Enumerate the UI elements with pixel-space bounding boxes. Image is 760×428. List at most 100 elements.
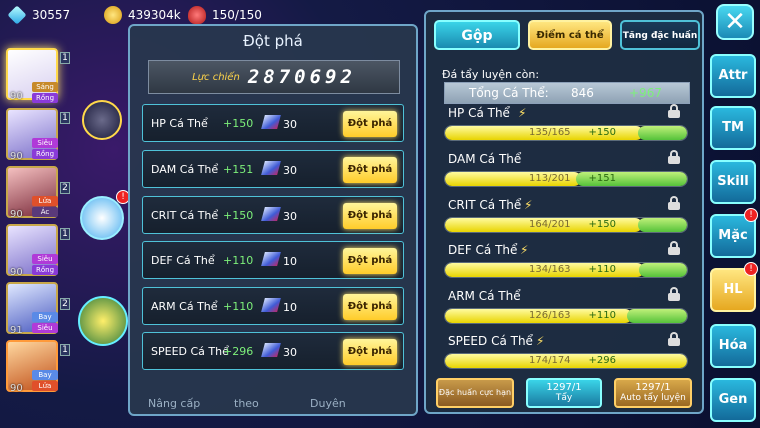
- stat-plus: +151: [588, 173, 617, 184]
- stat-name: CRIT Cá Thể: [151, 209, 219, 222]
- breakthrough-button[interactable]: Đột phá: [343, 248, 397, 274]
- pet-level: 91: [10, 325, 23, 336]
- breakthrough-button[interactable]: Đột phá: [343, 294, 397, 320]
- merge-tab[interactable]: Gộp: [434, 20, 520, 50]
- special-training-tab[interactable]: Tăng đặc huấn: [620, 20, 700, 50]
- stat-current: 164/201: [529, 219, 571, 230]
- stat-value: 135/165 +150: [445, 127, 687, 138]
- stat-current: 134/163: [529, 264, 571, 275]
- lock-icon[interactable]: [668, 332, 680, 346]
- element-tag: Bay: [32, 312, 58, 322]
- diamond-counter: 30557: [7, 5, 70, 25]
- roster-slot[interactable]: Siêu Rồng 90: [6, 108, 58, 162]
- roster-slot[interactable]: Bay Siêu 91: [6, 282, 58, 336]
- panel-title: Đột phá: [243, 32, 303, 50]
- evolution-wheel-icon[interactable]: [78, 296, 128, 346]
- element-tag: Siêu: [32, 254, 58, 264]
- stamina-counter: 150/150: [188, 6, 262, 24]
- lock-upgrade-icon[interactable]: [80, 196, 124, 240]
- crystal-icon: [261, 115, 281, 129]
- breakthrough-row-def: DEF Cá Thể +110 10 Đột phá: [142, 241, 404, 279]
- individual-stats-panel: Gộp Điểm cá thể Tăng đặc huấn Đá tẩy luy…: [424, 10, 704, 414]
- stat-progress-bar: 113/201 +151: [444, 171, 688, 187]
- stat-value: 113/201 +151: [445, 173, 687, 184]
- cost-value: 30: [283, 164, 297, 177]
- wash-count: 1297/1: [546, 382, 582, 393]
- roster-slot[interactable]: Siêu Rồng 90: [6, 224, 58, 278]
- power-value: 2870692: [247, 66, 356, 88]
- wash-button[interactable]: 1297/1 Tẩy: [526, 378, 602, 408]
- notification-badge: !: [744, 262, 758, 276]
- stat-name: DAM Cá Thể: [151, 163, 219, 176]
- notification-badge: !: [744, 208, 758, 222]
- stat-name: SPEED Cá Thể: [151, 345, 229, 358]
- total-label: Tổng Cá Thể:: [469, 86, 549, 100]
- stat-bonus: +151: [223, 163, 254, 176]
- stat-progress-bar: 174/174 +296: [444, 353, 688, 369]
- stat-bonus: +110: [223, 300, 254, 313]
- breakthrough-button[interactable]: Đột phá: [343, 203, 397, 229]
- menu-attr[interactable]: Attr: [710, 54, 756, 98]
- stat-value: 174/174 +296: [445, 355, 687, 366]
- stat-row: ARM Cá Thể 126/163 +110: [444, 287, 690, 331]
- menu-hoa[interactable]: Hóa: [710, 324, 756, 368]
- roster-slot[interactable]: Sáng Rồng 90: [6, 48, 58, 103]
- menu-tm[interactable]: TM: [710, 106, 756, 150]
- element-tag: Siêu: [32, 323, 58, 333]
- stat-row: CRIT Cá Thể ⚡ 164/201 +150: [444, 196, 690, 240]
- roster-slot[interactable]: Bay Lửa 90: [6, 340, 58, 394]
- element-tag: Sáng: [32, 82, 58, 92]
- upgrade-tab[interactable]: Nâng cấp: [148, 397, 200, 410]
- pet-portrait-icon[interactable]: [82, 100, 122, 140]
- element-tag: Lửa: [32, 381, 58, 391]
- total-plus: +967: [629, 86, 662, 100]
- stat-current: 113/201: [529, 173, 571, 184]
- breakthrough-button[interactable]: Đột phá: [343, 157, 397, 183]
- stat-plus: +110: [588, 310, 617, 321]
- stat-row: DEF Cá Thể ⚡ 134/163 +110: [444, 241, 690, 285]
- menu-skill[interactable]: Skill: [710, 160, 756, 204]
- crystal-icon: [261, 343, 281, 357]
- follow-tab[interactable]: theo: [234, 397, 259, 410]
- gold-coin-icon: [104, 6, 122, 24]
- lock-icon[interactable]: [668, 150, 680, 164]
- element-tag: Ác: [32, 207, 58, 217]
- stat-value: 164/201 +150: [445, 219, 687, 230]
- lock-icon[interactable]: [668, 241, 680, 255]
- bond-tab[interactable]: Duyên: [310, 397, 346, 410]
- element-tag: Bay: [32, 370, 58, 380]
- stat-name: DAM Cá Thể: [448, 152, 522, 166]
- breakthrough-row-dam: DAM Cá Thể +151 30 Đột phá: [142, 150, 404, 188]
- stat-progress-bar: 126/163 +110: [444, 308, 688, 324]
- stat-progress-bar: 135/165 +150: [444, 125, 688, 141]
- pet-level: 90: [10, 209, 23, 220]
- element-tag: Siêu: [32, 138, 58, 148]
- stat-name: HP Cá Thể: [448, 106, 510, 120]
- lock-icon[interactable]: [668, 104, 680, 118]
- roster-slot[interactable]: Lửa Ác 90: [6, 166, 58, 220]
- lock-icon[interactable]: [668, 196, 680, 210]
- breakthrough-button[interactable]: Đột phá: [343, 111, 397, 137]
- menu-gen[interactable]: Gen: [710, 378, 756, 422]
- breakthrough-row-speed: SPEED Cá Thể +296 30 Đột phá: [142, 332, 404, 370]
- stat-bonus: +296: [223, 345, 254, 358]
- auto-wash-button[interactable]: 1297/1 Auto tẩy luyện: [614, 378, 692, 408]
- lightning-icon: ⚡: [518, 106, 527, 120]
- breakthrough-button[interactable]: Đột phá: [343, 339, 397, 365]
- crystal-icon: [261, 252, 281, 266]
- stat-name: ARM Cá Thể: [151, 300, 218, 313]
- breakthrough-row-arm: ARM Cá Thể +110 10 Đột phá: [142, 287, 404, 325]
- special-training-button[interactable]: Đặc huấn cực hạn: [436, 378, 514, 408]
- lock-icon[interactable]: [668, 287, 680, 301]
- pet-badge: 2: [60, 182, 70, 194]
- breakthrough-row-crit: CRIT Cá Thể +150 30 Đột phá: [142, 196, 404, 234]
- gold-counter: 439304k: [104, 6, 181, 24]
- individual-points-tab[interactable]: Điểm cá thể: [528, 20, 612, 50]
- cost-value: 10: [283, 301, 297, 314]
- pet-badge: 1: [60, 52, 70, 64]
- element-tag: Rồng: [32, 149, 58, 159]
- element-tag: Lửa: [32, 196, 58, 206]
- element-tag: Rồng: [32, 93, 58, 103]
- close-button[interactable]: ✕: [716, 4, 754, 40]
- pet-level: 90: [10, 91, 23, 102]
